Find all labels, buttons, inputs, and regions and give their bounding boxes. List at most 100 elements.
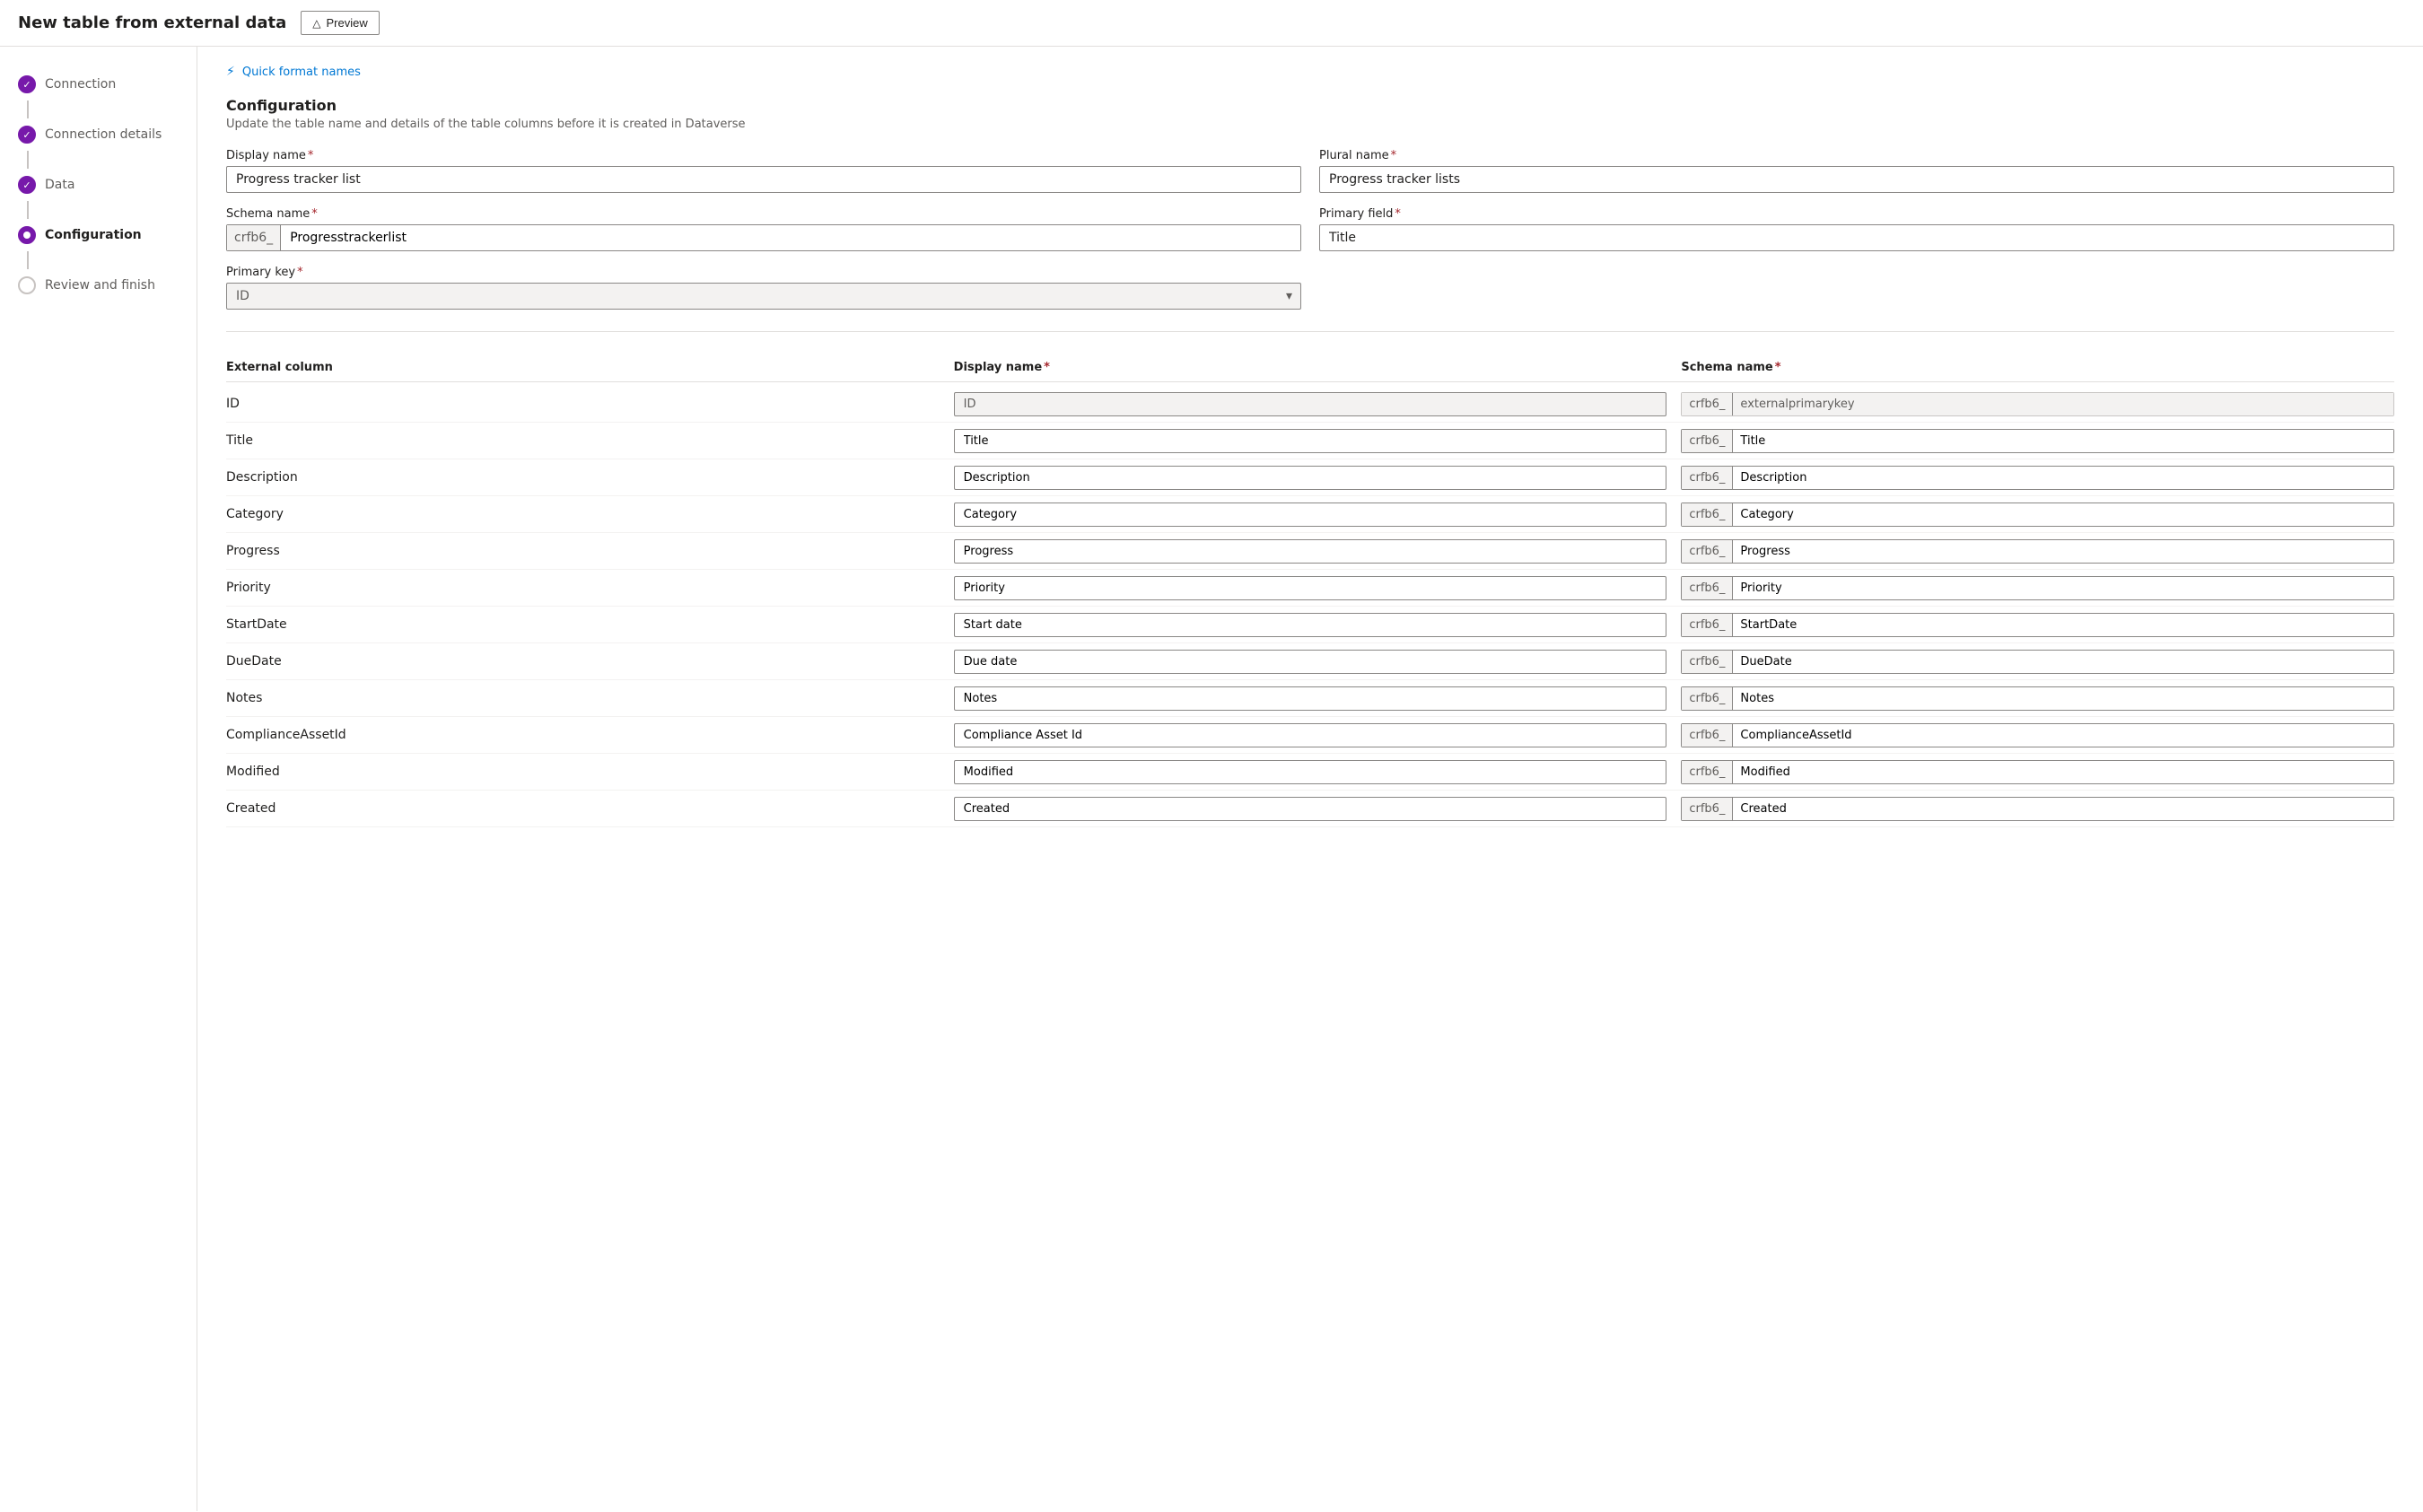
plural-name-input[interactable] (1319, 166, 2394, 193)
schema-col-input-wrapper: crfb6_ (1681, 686, 2394, 711)
display-name-col-input[interactable] (954, 503, 1667, 527)
step-connector-2 (27, 151, 29, 169)
display-name-col-input[interactable] (954, 392, 1667, 416)
table-row: Category crfb6_ (226, 496, 2394, 533)
display-name-col-input[interactable] (954, 650, 1667, 674)
schema-col-prefix: crfb6_ (1682, 393, 1733, 415)
schema-col-value-input[interactable] (1733, 540, 2393, 563)
quick-format-label: Quick format names (242, 66, 361, 79)
main-content: ⚡ Quick format names Configuration Updat… (197, 47, 2423, 1511)
schema-col-value-input[interactable] (1733, 687, 2393, 710)
step-label-connection: Connection (45, 77, 116, 92)
step-label-configuration: Configuration (45, 228, 142, 242)
display-name-col-input[interactable] (954, 466, 1667, 490)
display-name-input[interactable] (226, 166, 1301, 193)
display-name-group: Display name* (226, 149, 1301, 193)
primary-field-label: Primary field* (1319, 207, 2394, 221)
schema-col-value-input[interactable] (1733, 577, 2393, 599)
external-col-value: Description (226, 465, 940, 490)
external-col-value: Progress (226, 538, 940, 564)
schema-col-input-wrapper: crfb6_ (1681, 576, 2394, 600)
primary-key-row: Primary key* ID ▾ (226, 266, 1310, 310)
step-circle-data: ✓ (18, 176, 36, 194)
step-connector-1 (27, 101, 29, 118)
divider (226, 331, 2394, 332)
display-input-wrapper (954, 503, 1667, 527)
display-name-col-input[interactable] (954, 723, 1667, 747)
display-name-col-input[interactable] (954, 539, 1667, 564)
external-col-value: ComplianceAssetId (226, 722, 940, 747)
display-name-col-input[interactable] (954, 429, 1667, 453)
schema-col-input-wrapper: crfb6_ (1681, 539, 2394, 564)
table-row: Priority crfb6_ (226, 570, 2394, 607)
columns-rows-container: ID crfb6_ Title crfb6_ Description crfb6… (226, 386, 2394, 827)
sidebar: ✓ Connection ✓ Connection details ✓ Data… (0, 47, 197, 1511)
step-circle-connection: ✓ (18, 75, 36, 93)
schema-col-value-input[interactable] (1733, 430, 2393, 452)
step-circle-review (18, 276, 36, 294)
config-description: Update the table name and details of the… (226, 118, 2394, 131)
display-input-wrapper (954, 539, 1667, 564)
schema-col-value-input[interactable] (1733, 761, 2393, 783)
step-item-connection[interactable]: ✓ Connection (0, 68, 197, 101)
step-circle-connection-details: ✓ (18, 126, 36, 144)
schema-col-value-input[interactable] (1733, 467, 2393, 489)
schema-name-input-wrapper: crfb6_ (226, 224, 1301, 251)
schema-col-prefix: crfb6_ (1682, 503, 1733, 526)
columns-table: External column Display name* Schema nam… (226, 354, 2394, 827)
primary-key-select[interactable]: ID (226, 283, 1301, 310)
schema-col-prefix: crfb6_ (1682, 540, 1733, 563)
table-row: Description crfb6_ (226, 459, 2394, 496)
step-item-review[interactable]: Review and finish (0, 269, 197, 302)
schema-col-prefix: crfb6_ (1682, 651, 1733, 673)
schema-col-value-input[interactable] (1733, 724, 2393, 747)
table-row: Modified crfb6_ (226, 754, 2394, 791)
schema-prefix: crfb6_ (227, 225, 281, 250)
display-name-col-input[interactable] (954, 686, 1667, 711)
step-item-configuration[interactable]: Configuration (0, 219, 197, 251)
schema-col-value-input[interactable] (1733, 798, 2393, 820)
schema-value-input[interactable] (281, 225, 1300, 250)
step-circle-configuration (18, 226, 36, 244)
table-row: Progress crfb6_ (226, 533, 2394, 570)
schema-col-input-wrapper: crfb6_ (1681, 466, 2394, 490)
external-col-value: Priority (226, 575, 940, 600)
schema-col-prefix: crfb6_ (1682, 430, 1733, 452)
display-name-col-input[interactable] (954, 797, 1667, 821)
step-item-data[interactable]: ✓ Data (0, 169, 197, 201)
display-name-col-input[interactable] (954, 760, 1667, 784)
quick-format-btn[interactable]: ⚡ Quick format names (226, 65, 2394, 79)
display-input-wrapper (954, 650, 1667, 674)
table-row: Created crfb6_ (226, 791, 2394, 827)
external-col-value: DueDate (226, 649, 940, 674)
col-header-schema: Schema name* (1681, 361, 2394, 374)
schema-col-value-input[interactable] (1733, 614, 2393, 636)
schema-col-prefix: crfb6_ (1682, 687, 1733, 710)
schema-col-input-wrapper: crfb6_ (1681, 650, 2394, 674)
primary-field-group: Primary field* (1319, 207, 2394, 251)
schema-col-input-wrapper: crfb6_ (1681, 503, 2394, 527)
schema-col-prefix: crfb6_ (1682, 467, 1733, 489)
display-input-wrapper (954, 466, 1667, 490)
schema-name-label: Schema name* (226, 207, 1301, 221)
preview-icon: △ (312, 17, 320, 30)
table-row: Title crfb6_ (226, 423, 2394, 459)
columns-header-row: External column Display name* Schema nam… (226, 354, 2394, 382)
display-input-wrapper (954, 686, 1667, 711)
primary-field-input[interactable] (1319, 224, 2394, 251)
schema-col-value-input[interactable] (1733, 651, 2393, 673)
table-row: ComplianceAssetId crfb6_ (226, 717, 2394, 754)
preview-button[interactable]: △ Preview (301, 11, 379, 35)
display-name-col-input[interactable] (954, 613, 1667, 637)
schema-col-prefix: crfb6_ (1682, 724, 1733, 747)
step-item-connection-details[interactable]: ✓ Connection details (0, 118, 197, 151)
step-label-data: Data (45, 178, 74, 192)
check-icon-details: ✓ (22, 129, 31, 141)
schema-col-input-wrapper: crfb6_ (1681, 760, 2394, 784)
schema-col-prefix: crfb6_ (1682, 761, 1733, 783)
display-name-col-input[interactable] (954, 576, 1667, 600)
display-input-wrapper (954, 797, 1667, 821)
schema-col-input-wrapper: crfb6_ (1681, 392, 2394, 416)
schema-col-value-input[interactable] (1733, 503, 2393, 526)
external-col-value: Notes (226, 686, 940, 711)
